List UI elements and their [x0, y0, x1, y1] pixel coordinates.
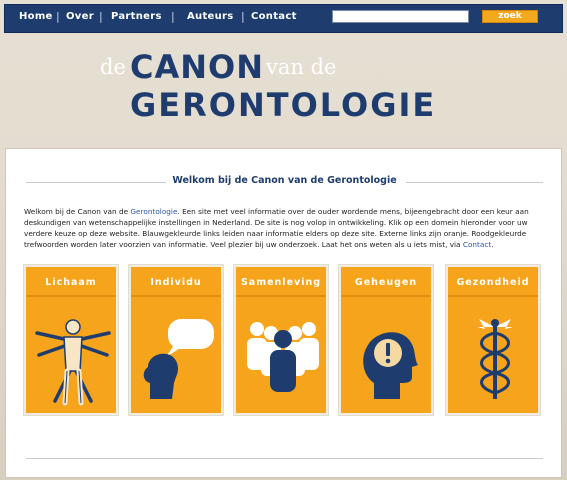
divider — [131, 295, 221, 297]
vitruvian-man-icon — [35, 319, 111, 406]
nav-over-link[interactable]: Over — [66, 11, 94, 22]
tile-label: Geheugen — [354, 277, 418, 288]
search-input[interactable] — [332, 10, 469, 23]
tile-label: Gezondheid — [456, 277, 530, 288]
nav-auteurs-link[interactable]: Auteurs — [187, 11, 234, 22]
intro-paragraph: Welkom bij de Canon van de Gerontologie.… — [24, 206, 544, 250]
tile-lichaam[interactable]: Lichaam — [24, 265, 118, 415]
tile-samenleving[interactable]: Samenleving — [234, 265, 328, 415]
nav-separator: | — [56, 10, 60, 23]
divider — [26, 458, 543, 459]
tile-label: Lichaam — [45, 277, 97, 288]
head-exclamation-icon — [363, 332, 418, 399]
tile-label: Samenleving — [240, 277, 322, 288]
tile-gezondheid[interactable]: Gezondheid — [446, 265, 540, 415]
nav-separator: | — [99, 10, 103, 23]
divider — [406, 182, 543, 183]
nav-separator: | — [171, 10, 175, 23]
tile-geheugen[interactable]: Geheugen — [339, 265, 433, 415]
nav-separator: | — [241, 10, 245, 23]
contact-link[interactable]: Contact — [463, 240, 491, 249]
welcome-heading: Welkom bij de Canon van de Gerontologie — [172, 175, 397, 186]
tile-label: Individu — [150, 277, 202, 288]
gerontologie-link[interactable]: Gerontologie — [130, 207, 177, 216]
page-background: Home | Over | Partners | Auteurs | Conta… — [0, 0, 567, 480]
intro-text: Welkom bij de Canon van de — [24, 207, 131, 216]
logo-gerontologie-text: GERONTOLOGIE — [130, 86, 437, 124]
divider — [341, 295, 431, 297]
top-navigation-bar: Home | Over | Partners | Auteurs | Conta… — [4, 4, 563, 33]
nav-home-link[interactable]: Home — [19, 11, 53, 22]
divider — [236, 295, 326, 297]
logo-canon-text: CANON — [130, 48, 265, 86]
nav-contact-link[interactable]: Contact — [251, 11, 297, 22]
head-speech-bubble-icon — [143, 319, 214, 399]
domain-tiles: Lichaam Individu Samenleving Geheugen Ge… — [24, 265, 544, 417]
caduceus-icon — [477, 319, 513, 399]
logo-de-text: de — [100, 55, 126, 79]
divider — [448, 295, 538, 297]
main-content-panel: Welkom bij de Canon van de Gerontologie … — [5, 148, 562, 478]
people-group-icon — [247, 322, 319, 392]
logo-van-de-text: van de — [266, 55, 337, 79]
tile-individu[interactable]: Individu — [129, 265, 223, 415]
nav-partners-link[interactable]: Partners — [111, 11, 162, 22]
divider — [26, 295, 116, 297]
search-button[interactable]: zoek — [482, 10, 538, 23]
intro-text: . — [491, 240, 494, 249]
